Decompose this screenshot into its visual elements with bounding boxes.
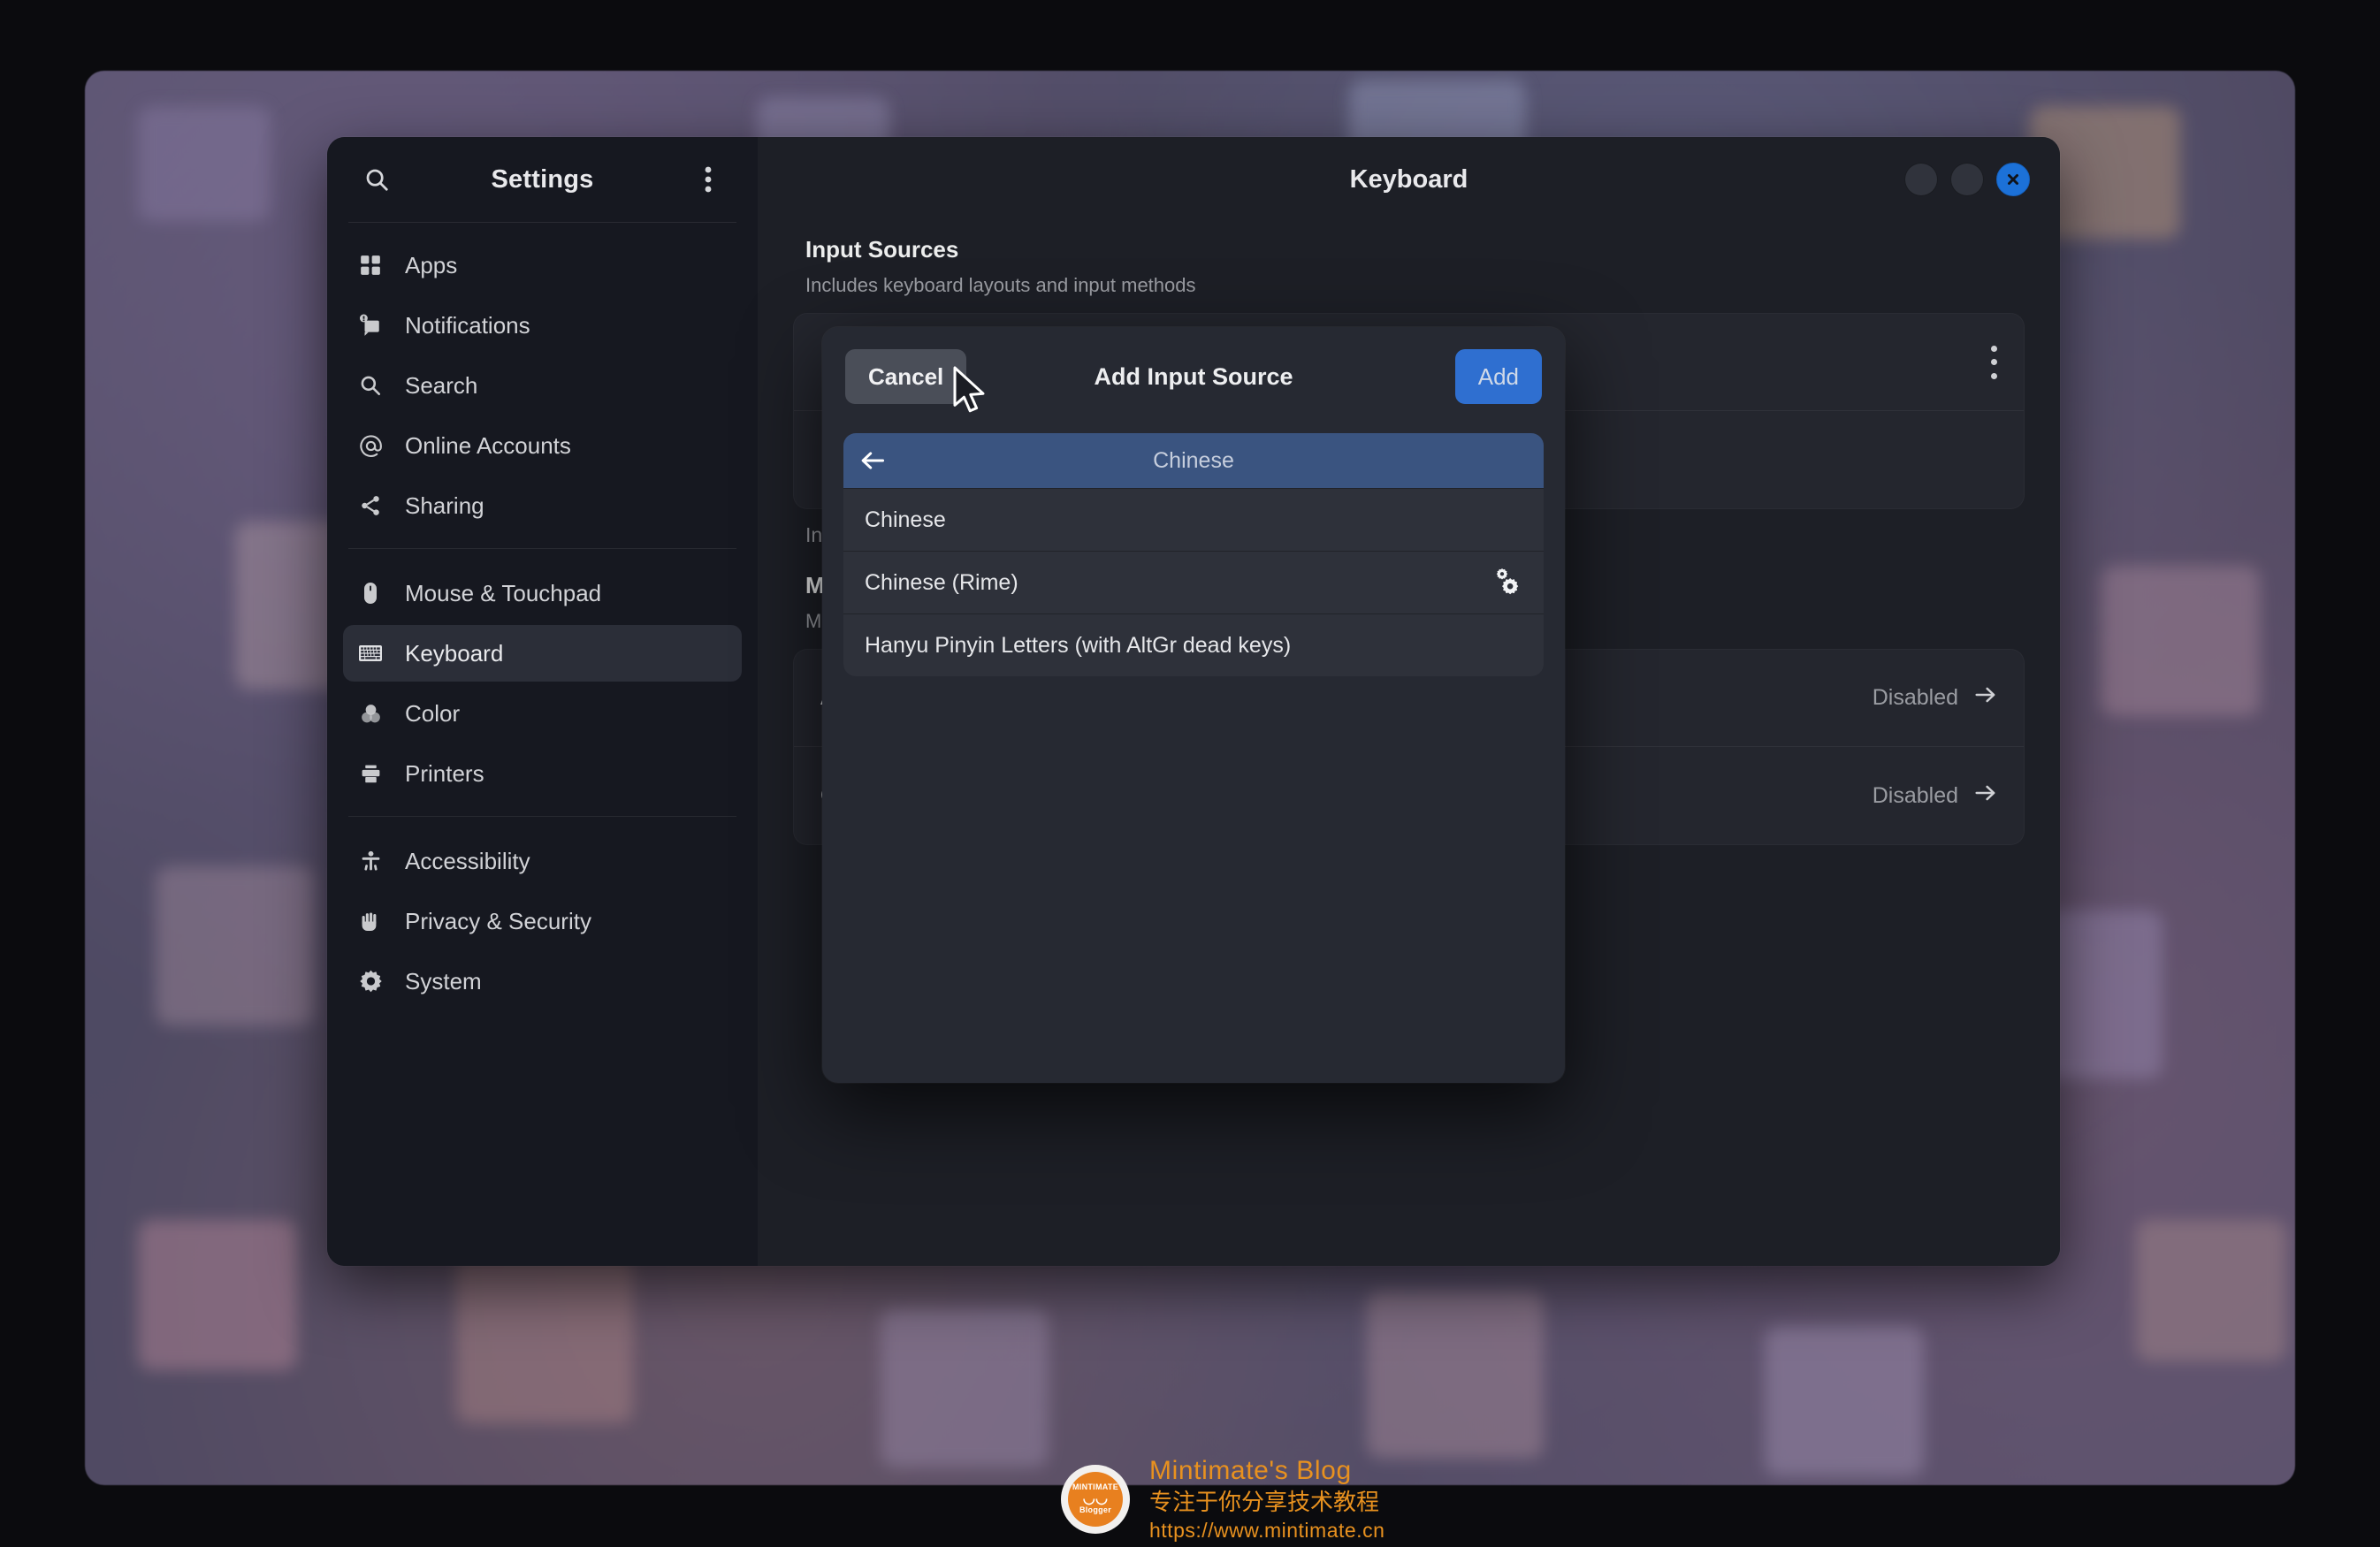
sidebar-item-label: Sharing xyxy=(405,492,484,520)
list-item-label: Chinese xyxy=(865,507,946,533)
content-header: Keyboard xyxy=(758,137,2060,222)
input-source-row-actions xyxy=(1990,346,1997,379)
sidebar-item-sharing[interactable]: Sharing xyxy=(343,477,742,534)
notifications-bell-icon xyxy=(357,312,384,339)
sidebar-item-label: Privacy & Security xyxy=(405,908,591,935)
sidebar-nav-list: Apps Notifications xyxy=(327,223,758,1266)
list-item-label: Hanyu Pinyin Letters (with AltGr dead ke… xyxy=(865,633,1291,659)
close-button[interactable] xyxy=(1996,163,2030,196)
sidebar-item-label: Color xyxy=(405,700,460,728)
gear-icon xyxy=(357,968,384,994)
list-item[interactable]: Chinese (Rime) xyxy=(843,551,1544,613)
row-value: Disabled xyxy=(1873,685,1958,711)
sidebar-header: Settings xyxy=(327,137,758,222)
input-source-list: Chinese Chinese Chinese (Rime) Hanyu Pin… xyxy=(843,433,1544,676)
kebab-menu-icon[interactable] xyxy=(683,155,733,204)
arrow-right-icon xyxy=(1974,783,1997,809)
sidebar-item-apps[interactable]: Apps xyxy=(343,237,742,293)
window-controls xyxy=(1904,163,2030,196)
color-circles-icon xyxy=(357,700,384,727)
sidebar-item-system[interactable]: System xyxy=(343,953,742,1010)
sidebar-item-mouse-touchpad[interactable]: Mouse & Touchpad xyxy=(343,565,742,621)
search-icon xyxy=(357,372,384,399)
sidebar-item-label: Notifications xyxy=(405,312,530,339)
sidebar-item-keyboard[interactable]: Keyboard xyxy=(343,625,742,682)
cat-glyph: ◡◡ xyxy=(1083,1492,1109,1506)
row-value-group: Disabled xyxy=(1873,685,1997,711)
sidebar-divider xyxy=(348,816,736,817)
sidebar-item-label: System xyxy=(405,968,482,995)
accessibility-person-icon xyxy=(357,848,384,874)
add-button[interactable]: Add xyxy=(1455,349,1542,404)
logo-line-2: Blogger xyxy=(1079,1506,1111,1515)
list-back-header[interactable]: Chinese xyxy=(843,433,1544,488)
cancel-button[interactable]: Cancel xyxy=(845,349,966,404)
dialog-header: Cancel Add Input Source Add xyxy=(822,327,1565,426)
apps-grid-icon xyxy=(357,252,384,278)
mintimate-logo-icon: MINTIMATE ◡◡ Blogger xyxy=(1061,1465,1130,1534)
input-sources-heading: Input Sources xyxy=(805,236,2025,263)
list-item[interactable]: Hanyu Pinyin Letters (with AltGr dead ke… xyxy=(843,613,1544,676)
sidebar-item-label: Mouse & Touchpad xyxy=(405,580,601,607)
sidebar-item-label: Accessibility xyxy=(405,848,530,875)
arrow-left-icon[interactable] xyxy=(859,450,886,471)
watermark: MINTIMATE ◡◡ Blogger Mintimate's Blog 专注… xyxy=(1061,1454,1385,1543)
sidebar-item-label: Printers xyxy=(405,760,484,788)
sidebar-item-accessibility[interactable]: Accessibility xyxy=(343,833,742,889)
page-title: Settings xyxy=(401,165,683,194)
sidebar-item-label: Search xyxy=(405,372,477,400)
search-icon[interactable] xyxy=(352,155,401,204)
watermark-subtitle: 专注于你分享技术教程 xyxy=(1149,1488,1385,1517)
sidebar-item-printers[interactable]: Printers xyxy=(343,745,742,802)
sidebar-item-privacy-security[interactable]: Privacy & Security xyxy=(343,893,742,949)
row-value-group: Disabled xyxy=(1873,783,1997,809)
sidebar-item-online-accounts[interactable]: Online Accounts xyxy=(343,417,742,474)
hand-shield-icon xyxy=(357,908,384,934)
maximize-button[interactable] xyxy=(1950,163,1984,196)
preferences-cogs-icon[interactable] xyxy=(1492,568,1522,598)
arrow-right-icon xyxy=(1974,685,1997,711)
sidebar-item-label: Apps xyxy=(405,252,457,279)
list-item[interactable]: Chinese xyxy=(843,488,1544,551)
list-header-label: Chinese xyxy=(843,448,1544,474)
logo-inner: MINTIMATE ◡◡ Blogger xyxy=(1068,1472,1123,1527)
input-sources-subheading: Includes keyboard layouts and input meth… xyxy=(805,274,2025,297)
sidebar-item-label: Online Accounts xyxy=(405,432,571,460)
row-value: Disabled xyxy=(1873,783,1958,809)
kebab-menu-icon[interactable] xyxy=(1990,346,1997,379)
watermark-url: https://www.mintimate.cn xyxy=(1149,1518,1385,1543)
sidebar: Settings xyxy=(327,137,758,1266)
share-nodes-icon xyxy=(357,492,384,519)
at-sign-icon xyxy=(357,432,384,459)
sidebar-item-notifications[interactable]: Notifications xyxy=(343,297,742,354)
watermark-text: Mintimate's Blog 专注于你分享技术教程 https://www.… xyxy=(1149,1454,1385,1543)
printer-icon xyxy=(357,760,384,787)
add-input-source-dialog: Cancel Add Input Source Add Chinese Chin… xyxy=(822,327,1565,1083)
keyboard-icon xyxy=(357,640,384,667)
sidebar-item-label: Keyboard xyxy=(405,640,503,667)
watermark-title: Mintimate's Blog xyxy=(1149,1454,1385,1488)
sidebar-divider xyxy=(348,548,736,549)
sidebar-item-search[interactable]: Search xyxy=(343,357,742,414)
mouse-icon xyxy=(357,580,384,606)
minimize-button[interactable] xyxy=(1904,163,1938,196)
list-item-label: Chinese (Rime) xyxy=(865,570,1018,596)
sidebar-item-color[interactable]: Color xyxy=(343,685,742,742)
content-title: Keyboard xyxy=(758,165,2060,194)
